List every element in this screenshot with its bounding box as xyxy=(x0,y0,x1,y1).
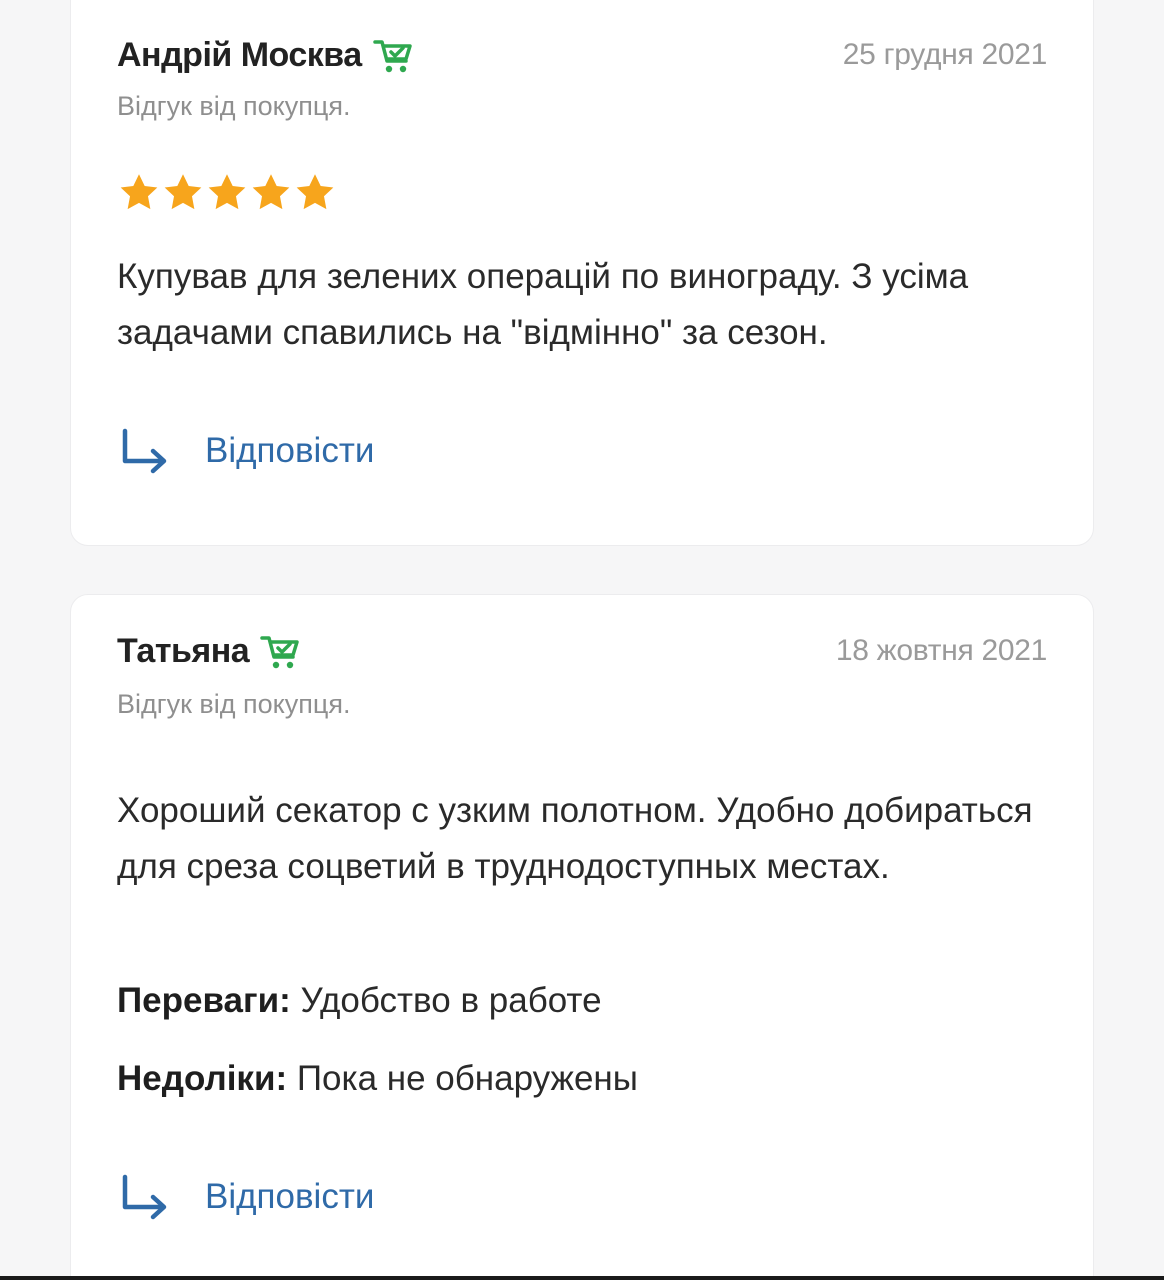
reply-label: Відповісти xyxy=(205,431,375,470)
pros-value: Удобство в работе xyxy=(300,981,602,1020)
review-header: Татьяна 18 жовтня 2021 xyxy=(117,629,1047,673)
review-source: Відгук від покупця. xyxy=(117,91,351,121)
review-pros: Переваги: Удобство в работе xyxy=(117,981,602,1021)
review-header: Андрій Москва 25 грудня 2021 xyxy=(117,33,1047,77)
star-icon xyxy=(252,174,290,210)
review-date: 18 жовтня 2021 xyxy=(835,634,1047,667)
star-icon xyxy=(208,174,246,210)
star-icon xyxy=(296,174,334,210)
reply-button[interactable]: Відповісти xyxy=(117,427,374,475)
bottom-edge xyxy=(0,1276,1164,1280)
cart-check-icon xyxy=(260,636,299,669)
reply-arrow-icon xyxy=(122,428,167,474)
cons-label: Недоліки: xyxy=(117,1059,288,1098)
author-name: Андрій Москва xyxy=(117,35,362,74)
star-rating xyxy=(117,171,337,215)
cart-check-icon xyxy=(372,40,412,73)
author-name: Татьяна xyxy=(117,631,250,670)
review-source: Відгук від покупця. xyxy=(117,689,351,719)
reply-label: Відповісти xyxy=(205,1177,375,1216)
review-text: Купував для зелених операцій по виноград… xyxy=(117,257,969,352)
reply-button[interactable]: Відповісти xyxy=(117,1173,374,1221)
review-date: 25 грудня 2021 xyxy=(842,38,1048,71)
author-block: Татьяна xyxy=(117,629,303,673)
author-block: Андрій Москва xyxy=(117,33,416,77)
review-card: Андрій Москва 25 грудня 2021 Відгук від … xyxy=(70,0,1094,546)
star-icon xyxy=(164,174,202,210)
pros-label: Переваги: xyxy=(117,981,291,1020)
review-cons: Недоліки: Пока не обнаружены xyxy=(117,1059,638,1099)
reviews-page: Андрій Москва 25 грудня 2021 Відгук від … xyxy=(0,0,1164,1276)
reply-arrow-icon xyxy=(122,1174,167,1220)
cons-value: Пока не обнаружены xyxy=(296,1059,638,1098)
review-card: Татьяна 18 жовтня 2021 Відгук від покупц… xyxy=(70,594,1094,1276)
star-icon xyxy=(120,174,158,210)
review-text: Хороший секатор с узким полотном. Удобно… xyxy=(117,791,1033,886)
